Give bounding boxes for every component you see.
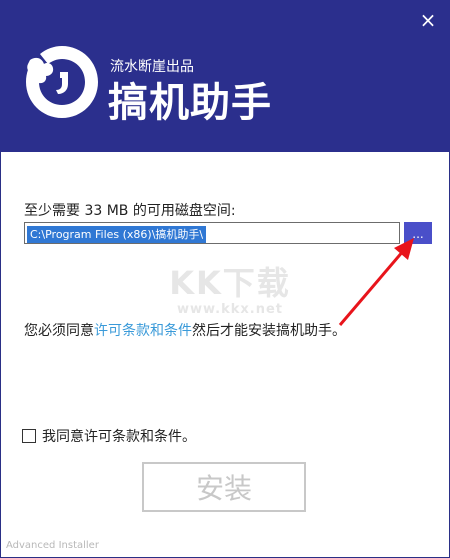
puzzle-logo-icon (26, 46, 98, 118)
app-title: 搞机助手 (108, 80, 272, 126)
installer-header: × 流水断崖出品 搞机助手 (0, 0, 450, 152)
license-notice-prefix: 您必须同意 (24, 323, 94, 339)
close-icon[interactable]: × (418, 10, 438, 30)
agree-checkbox[interactable] (22, 429, 36, 443)
disk-space-label: 至少需要 33 MB 的可用磁盘空间: (24, 203, 236, 219)
browse-button[interactable]: ... (404, 222, 432, 244)
license-notice: 您必须同意许可条款和条件然后才能安装搞机助手。 (24, 320, 346, 340)
license-terms-link[interactable]: 许可条款和条件 (94, 323, 192, 339)
install-path-input[interactable]: C:\Program Files (x86)\搞机助手\ (24, 222, 400, 244)
install-path-value: C:\Program Files (x86)\搞机助手\ (27, 226, 207, 243)
watermark: KK下载 www.kkx.net (160, 258, 300, 318)
watermark-main: KK下载 (169, 264, 291, 302)
watermark-url: www.kkx.net (176, 302, 284, 317)
agree-checkbox-row[interactable]: 我同意许可条款和条件。 (22, 426, 196, 446)
agree-checkbox-label[interactable]: 我同意许可条款和条件。 (42, 426, 196, 446)
footer-brand: Advanced Installer (6, 540, 99, 551)
license-notice-suffix: 然后才能安装搞机助手。 (192, 323, 346, 339)
install-button[interactable]: 安装 (142, 462, 306, 512)
